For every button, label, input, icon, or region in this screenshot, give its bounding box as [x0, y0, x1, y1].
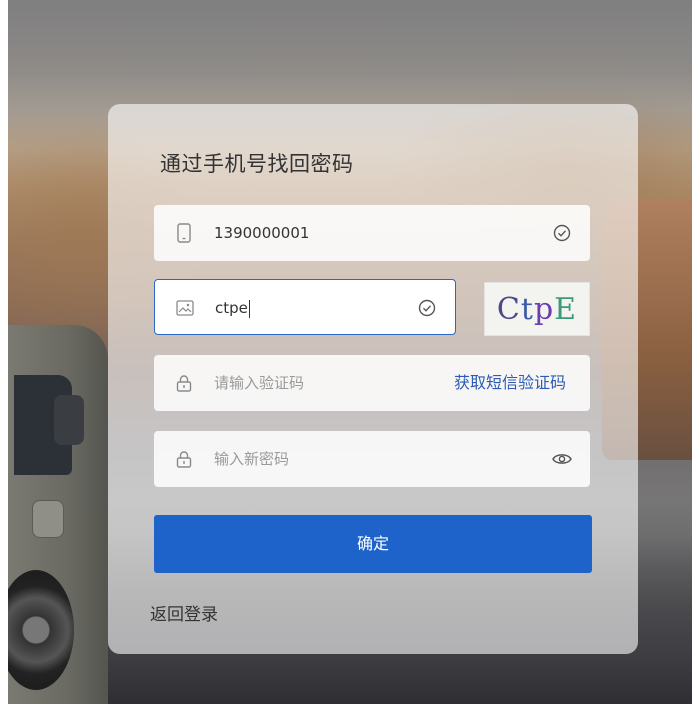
- phone-value: 1390000001: [214, 224, 310, 242]
- page-title: 通过手机号找回密码: [160, 152, 354, 176]
- text-cursor: [248, 299, 250, 318]
- lock-icon: [174, 373, 194, 393]
- car-light: [32, 500, 64, 538]
- check-circle-icon: [552, 223, 572, 243]
- captcha-input[interactable]: ctpe: [154, 279, 456, 335]
- reset-password-panel: 通过手机号找回密码 1390000001 ctpe C t p E 请输入验证码…: [108, 104, 638, 654]
- confirm-button[interactable]: 确定: [154, 515, 592, 573]
- new-password-placeholder: 输入新密码: [214, 450, 290, 468]
- phone-field[interactable]: 1390000001: [154, 205, 590, 261]
- captcha-char: p: [533, 291, 555, 327]
- captcha-value: ctpe: [215, 299, 250, 318]
- sms-code-placeholder: 请输入验证码: [214, 374, 305, 392]
- background-car: [8, 325, 108, 704]
- captcha-image[interactable]: CtpE: [484, 282, 590, 336]
- captcha-char: t: [520, 291, 534, 327]
- lock-icon: [174, 449, 194, 469]
- car-wheel: [8, 570, 74, 690]
- captcha-char: C: [496, 291, 521, 327]
- captcha-char: E: [554, 291, 578, 327]
- get-sms-code-link[interactable]: 获取短信验证码: [454, 355, 566, 411]
- eye-icon[interactable]: [552, 449, 572, 469]
- new-password-field[interactable]: 输入新密码: [154, 431, 590, 487]
- image-icon: [175, 298, 195, 318]
- phone-icon: [174, 223, 194, 243]
- check-circle-icon: [417, 298, 437, 318]
- sms-code-field[interactable]: 请输入验证码 获取短信验证码: [154, 355, 590, 411]
- car-mirror: [54, 395, 84, 445]
- back-to-login-link[interactable]: 返回登录: [150, 600, 218, 625]
